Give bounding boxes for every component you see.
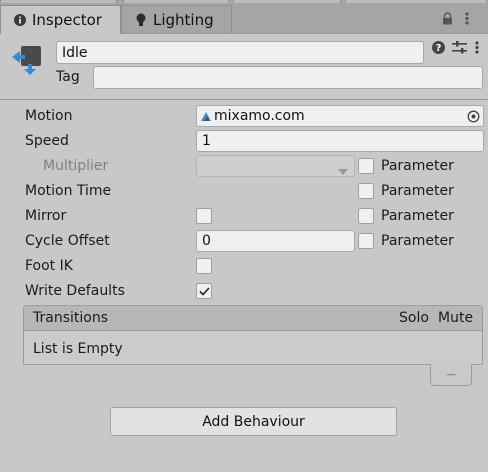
add-behaviour-button[interactable]: Add Behaviour <box>110 407 397 436</box>
more-vert-icon[interactable] <box>473 40 481 54</box>
tab-label: Lighting <box>153 10 214 29</box>
motion-time-parameter-checkbox[interactable] <box>358 183 374 199</box>
tag-field[interactable] <box>93 66 483 89</box>
tab-strip-edge <box>0 0 117 3</box>
cycle-offset-parameter-label: Parameter <box>381 233 454 249</box>
speed-field[interactable]: 1 <box>196 130 484 152</box>
foot-ik-label: Foot IK <box>25 258 73 274</box>
multiplier-parameter-label: Parameter <box>381 158 454 174</box>
motion-time-parameter-label: Parameter <box>381 183 454 199</box>
remove-label: − <box>445 366 457 383</box>
transitions-title: Transitions <box>33 310 108 326</box>
svg-text:?: ? <box>435 43 441 54</box>
help-icon[interactable]: ? <box>431 40 445 54</box>
list-empty-text: List is Empty <box>33 341 123 357</box>
state-name-field[interactable]: Idle <box>56 41 424 64</box>
state-name-value: Idle <box>62 44 88 61</box>
cycle-offset-label: Cycle Offset <box>25 233 110 249</box>
tab-strip-edge <box>123 0 229 3</box>
multiplier-parameter-checkbox[interactable] <box>358 158 374 174</box>
lock-icon[interactable] <box>441 11 453 25</box>
motion-object-field[interactable]: mixamo.com <box>196 105 484 127</box>
lightbulb-icon <box>135 13 147 26</box>
speed-label: Speed <box>25 133 69 149</box>
tab-strip-edge <box>233 0 341 3</box>
cycle-offset-parameter-checkbox[interactable] <box>358 233 374 249</box>
tab-inspector[interactable]: Inspector <box>0 5 121 34</box>
mirror-label: Mirror <box>25 208 67 224</box>
speed-value: 1 <box>202 133 211 149</box>
tab-label: Inspector <box>32 11 102 29</box>
info-icon <box>14 14 26 26</box>
multiplier-label: Multiplier <box>43 158 109 174</box>
mute-column-label: Mute <box>438 310 474 326</box>
mirror-parameter-label: Parameter <box>381 208 454 224</box>
motion-label: Motion <box>25 108 73 124</box>
animation-clip-icon <box>200 109 214 123</box>
solo-column-label: Solo <box>399 310 429 326</box>
remove-transition-button[interactable]: − <box>430 364 472 386</box>
mute-column-clip: Mute <box>438 309 483 327</box>
object-picker-icon[interactable] <box>465 108 481 124</box>
mirror-parameter-checkbox[interactable] <box>358 208 374 224</box>
cycle-offset-value: 0 <box>202 233 211 249</box>
tag-label: Tag <box>56 69 80 85</box>
multiplier-dropdown <box>196 155 355 177</box>
foot-ik-checkbox[interactable] <box>196 258 212 274</box>
tab-strip-edge <box>345 0 487 3</box>
cycle-offset-field[interactable]: 0 <box>196 230 355 252</box>
mirror-checkbox[interactable] <box>196 208 212 224</box>
chevron-down-icon <box>338 163 348 175</box>
motion-value: mixamo.com <box>214 108 305 124</box>
motion-time-label: Motion Time <box>25 183 112 199</box>
header-divider <box>0 99 488 100</box>
write-defaults-checkbox[interactable] <box>196 283 212 299</box>
more-vert-icon[interactable] <box>463 11 471 25</box>
tab-lighting[interactable]: Lighting <box>121 5 232 33</box>
presets-icon[interactable] <box>451 40 467 54</box>
checkmark-icon <box>198 286 210 296</box>
write-defaults-label: Write Defaults <box>25 283 125 299</box>
add-behaviour-label: Add Behaviour <box>202 413 305 430</box>
animator-state-icon <box>11 42 45 76</box>
